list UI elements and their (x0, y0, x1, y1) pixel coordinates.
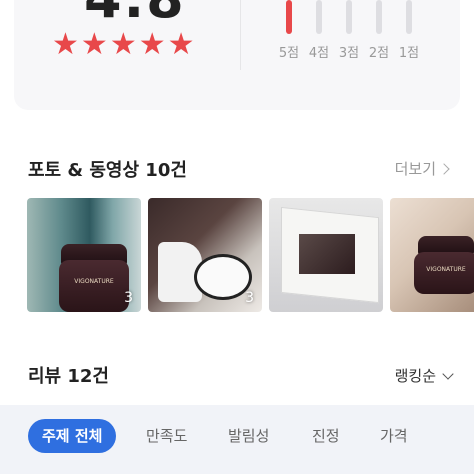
review-photo[interactable]: VIGONATURE 3 (27, 198, 141, 312)
rating-bar-label: 4점 (308, 46, 330, 61)
review-photo[interactable]: 3 (148, 198, 262, 312)
rating-bar-2 (376, 0, 382, 34)
rating-bar-4 (316, 0, 322, 34)
more-label: 더보기 (394, 160, 436, 178)
product-jar-image (414, 252, 474, 294)
rating-bar-label: 5점 (278, 46, 300, 61)
rating-bar-1 (406, 0, 412, 34)
product-jar-image (59, 260, 129, 312)
star-icon: ★ (109, 27, 137, 62)
star-icon: ★ (138, 27, 166, 62)
box-label-art (299, 234, 355, 274)
cream-image (194, 254, 252, 300)
photo-count: 3 (245, 290, 254, 306)
chevron-right-icon (438, 162, 450, 175)
average-score: 4.8 (84, 0, 186, 26)
review-photo[interactable] (269, 198, 383, 312)
topic-filter-bar: 주제 전체 만족도 발림성 진정 가격 (0, 405, 474, 474)
jar-label-art: VIGONATURE (74, 278, 114, 285)
star-icon: ★ (167, 27, 195, 62)
photo-count: 3 (124, 290, 133, 306)
filter-chip-price[interactable]: 가격 (366, 419, 422, 453)
sort-label: 랭킹순 (394, 367, 436, 385)
star-icon: ★ (52, 27, 79, 62)
rating-bar-3 (346, 0, 352, 34)
rating-bar-label: 3점 (338, 46, 360, 61)
photo-strip: VIGONATURE 3 3 VIGONATURE 4 (27, 198, 474, 312)
rating-bar-5 (286, 0, 292, 34)
rating-divider (240, 0, 241, 70)
jar-label-art: VIGONATURE (426, 266, 466, 273)
star-icon: ★ (80, 27, 108, 62)
review-photo[interactable]: VIGONATURE 4 (390, 198, 474, 312)
rating-bar-label: 2점 (368, 46, 390, 61)
rating-distribution: 5점 4점 3점 2점 1점 (278, 0, 428, 70)
filter-chip-spreadability[interactable]: 발림성 (214, 419, 283, 453)
filter-chip-all[interactable]: 주제 전체 (28, 419, 117, 453)
sort-dropdown[interactable]: 랭킹순 (394, 365, 454, 386)
star-rating: ★ ★ ★ ★ ★ (52, 30, 195, 60)
filter-chip-satisfaction[interactable]: 만족도 (132, 419, 201, 453)
reviews-section-title: 리뷰 12건 (28, 366, 109, 387)
photos-section-title: 포토 & 동영상 10건 (28, 160, 187, 181)
rating-bar-label: 1점 (398, 46, 420, 61)
filter-chip-soothing[interactable]: 진정 (298, 419, 354, 453)
chevron-down-icon (442, 367, 454, 380)
more-photos-link[interactable]: 더보기 (394, 158, 450, 179)
